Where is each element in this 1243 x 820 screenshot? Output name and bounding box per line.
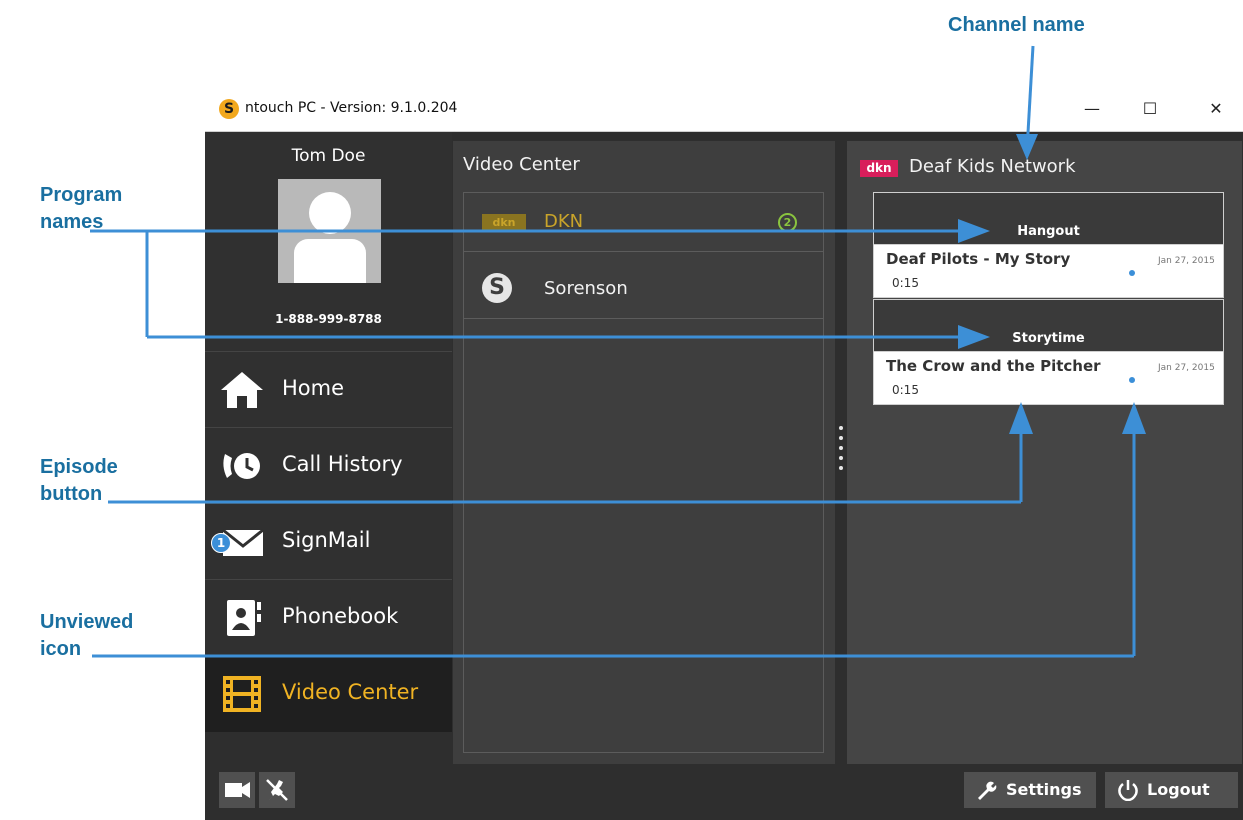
logout-label: Logout: [1147, 780, 1210, 799]
episode-title: Deaf Pilots - My Story: [886, 250, 1071, 268]
episode-title: The Crow and the Pitcher: [886, 357, 1101, 375]
ntouch-logo-icon: S: [219, 99, 239, 119]
call-history-icon: [223, 453, 260, 479]
program-header-hangout: Hangout: [873, 192, 1224, 245]
user-name: Tom Doe: [291, 146, 366, 166]
svg-text:dkn: dkn: [492, 216, 515, 229]
user-phone: 1-888-999-8788: [275, 312, 382, 326]
channel-label-dkn: DKN: [544, 211, 584, 232]
camera-toggle-icon[interactable]: [219, 772, 255, 808]
channel-row-sorenson[interactable]: S Sorenson: [464, 260, 823, 319]
nav-item-home[interactable]: Home: [205, 351, 452, 428]
dkn-channel-logo-icon: dkn: [860, 160, 898, 177]
callout-unviewed-icon: Unviewed icon: [40, 611, 134, 660]
callout-program-names: Program names: [40, 184, 123, 233]
nav-item-phonebook[interactable]: Phonebook: [205, 579, 452, 656]
wrench-icon: [978, 781, 997, 800]
power-icon: [1118, 780, 1138, 801]
sorenson-logo-icon: S: [482, 273, 512, 303]
nav-label-video-center: Video Center: [282, 680, 419, 704]
avatar-head-shape: [309, 192, 351, 234]
channel-panel: dkn Deaf Kids Network Hangout Deaf Pilot…: [847, 141, 1242, 764]
unviewed-dot-icon: [1129, 377, 1135, 383]
settings-label: Settings: [1006, 780, 1082, 799]
avatar-body-shape: [294, 239, 366, 283]
program-list: Hangout Deaf Pilots - My Story 0:15 Jan …: [873, 192, 1224, 406]
program-name: Hangout: [1017, 224, 1080, 239]
unviewed-dot-icon: [1129, 270, 1135, 276]
ntouch-window: S ntouch PC - Version: 9.1.0.204 — ☐ ✕ T…: [205, 88, 1243, 820]
settings-button[interactable]: Settings: [964, 772, 1096, 808]
episode-button[interactable]: The Crow and the Pitcher 0:15 Jan 27, 20…: [873, 351, 1224, 405]
video-center-panel: Video Center dkn DKN 2 S Sorenson: [453, 141, 835, 764]
logout-button[interactable]: Logout: [1105, 772, 1238, 808]
home-icon: [221, 372, 263, 408]
channel-label-sorenson: Sorenson: [544, 278, 628, 299]
callout-episode-button: Episode button: [40, 456, 118, 505]
avatar[interactable]: [278, 179, 381, 283]
episode-button[interactable]: Deaf Pilots - My Story 0:15 Jan 27, 2015: [873, 244, 1224, 298]
minimize-button[interactable]: —: [1069, 94, 1115, 124]
title-bar: S ntouch PC - Version: 9.1.0.204 — ☐ ✕: [205, 88, 1243, 132]
film-strip-icon: [223, 676, 261, 712]
episode-duration: 0:15: [892, 276, 919, 290]
close-button[interactable]: ✕: [1193, 94, 1239, 124]
mic-mute-icon[interactable]: [259, 772, 295, 808]
nav-label-phonebook: Phonebook: [282, 604, 399, 628]
channel-count-badge: 2: [778, 213, 797, 232]
nav-label-call-history: Call History: [282, 452, 403, 476]
nav-label-signmail: SignMail: [282, 528, 371, 552]
episode-date: Jan 27, 2015: [1158, 256, 1215, 266]
dkn-logo-icon: dkn: [482, 214, 526, 230]
sidebar: Tom Doe 1-888-999-8788 Home Call History: [205, 132, 452, 732]
nav-label-home: Home: [282, 376, 345, 400]
nav-item-call-history[interactable]: Call History: [205, 427, 452, 504]
program-header-storytime: Storytime: [873, 299, 1224, 352]
signmail-badge: 1: [211, 533, 231, 553]
program-name: Storytime: [1012, 331, 1085, 346]
window-title: ntouch PC - Version: 9.1.0.204: [245, 100, 458, 116]
phonebook-icon: [227, 600, 261, 636]
channel-list: dkn DKN 2 S Sorenson: [463, 192, 824, 753]
video-center-title: Video Center: [463, 154, 580, 175]
panel-splitter-handle[interactable]: [838, 426, 844, 486]
episode-duration: 0:15: [892, 383, 919, 397]
channel-row-dkn[interactable]: dkn DKN 2: [464, 193, 823, 252]
nav-item-signmail[interactable]: 1 SignMail: [205, 503, 452, 580]
maximize-button[interactable]: ☐: [1127, 94, 1173, 124]
nav-item-video-center[interactable]: Video Center: [205, 655, 452, 732]
episode-date: Jan 27, 2015: [1158, 363, 1215, 373]
callout-channel-name: Channel name: [948, 14, 1085, 36]
channel-name: Deaf Kids Network: [909, 156, 1076, 177]
